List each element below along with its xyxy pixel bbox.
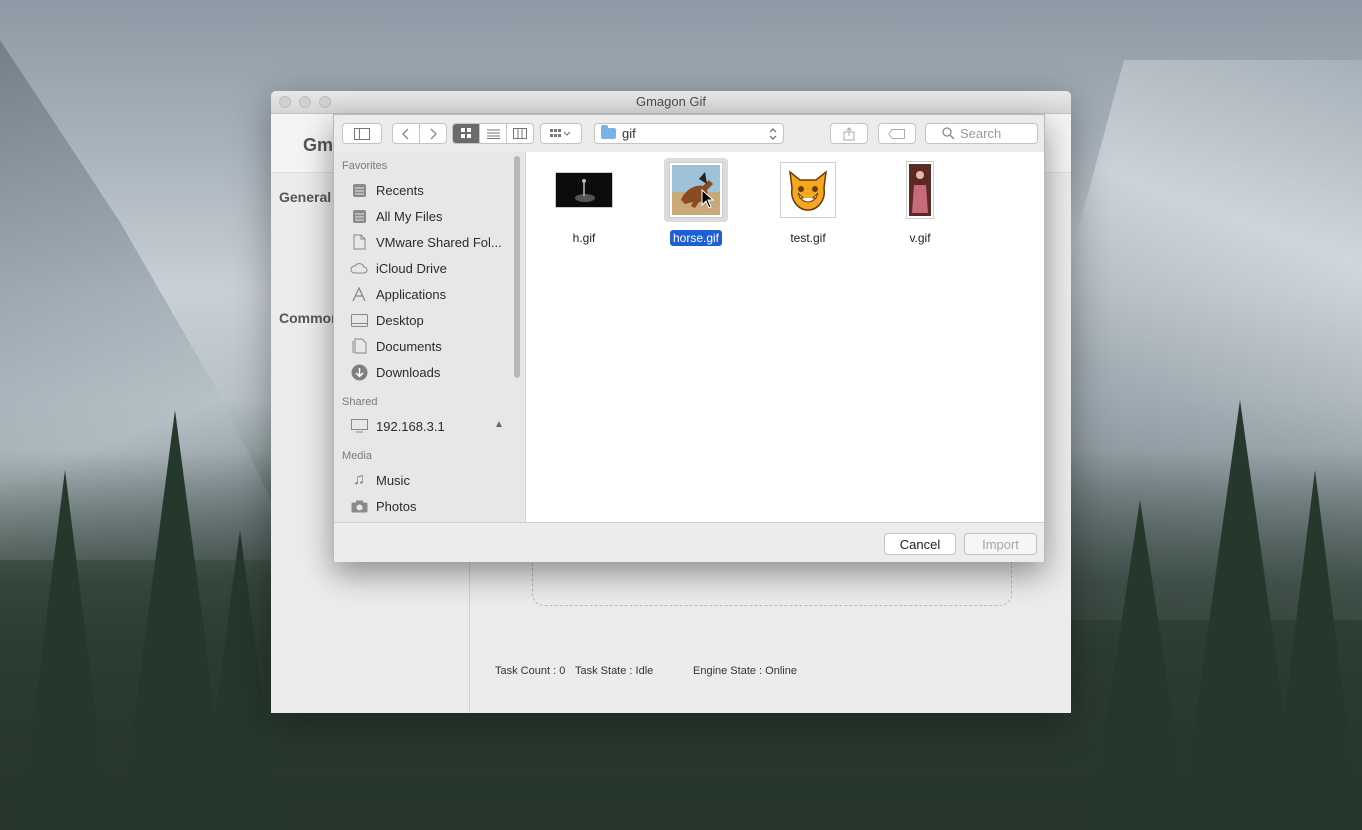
sidebar-item-documents[interactable]: Documents — [350, 333, 520, 359]
sidebar-item-label: iCloud Drive — [376, 260, 447, 276]
columns-icon — [513, 128, 527, 139]
open-file-dialog: gif Search Favorites Recents All My File… — [333, 114, 1045, 562]
file-thumbnail — [776, 158, 840, 222]
computer-icon — [350, 418, 368, 434]
all-files-icon — [350, 208, 368, 224]
section-common[interactable]: Common — [279, 310, 340, 326]
view-mode-buttons — [452, 123, 534, 144]
search-placeholder: Search — [960, 126, 1002, 141]
downloads-icon — [350, 364, 368, 380]
media-header: Media — [342, 450, 372, 462]
file-thumbnail — [664, 158, 728, 222]
sidebar-item-label: Documents — [376, 338, 442, 354]
sidebar-item-label: Applications — [376, 286, 447, 302]
folder-icon — [601, 125, 616, 139]
sidebar-item-downloads[interactable]: Downloads — [350, 359, 520, 385]
engine-state: Engine State : Online — [693, 665, 797, 677]
icon-view-button[interactable] — [453, 124, 480, 143]
task-count: Task Count : 0 — [495, 665, 566, 677]
sidebar-item-label: Recents — [376, 182, 424, 198]
sidebar-item-photos[interactable]: Photos — [350, 493, 520, 519]
share-icon — [843, 126, 855, 140]
back-button[interactable] — [393, 124, 420, 143]
tag-button[interactable] — [878, 123, 916, 144]
sidebar-item-icloud-drive[interactable]: iCloud Drive — [350, 255, 520, 281]
list-view-button[interactable] — [480, 124, 507, 143]
sidebar-item-label: All My Files — [376, 208, 443, 224]
sidebar-icon — [354, 127, 370, 140]
sidebar-item-label: 192.168.3.1 — [376, 418, 445, 434]
close-window-button[interactable] — [279, 96, 291, 108]
file-item-v-gif[interactable]: v.gif — [888, 158, 952, 247]
file-name: horse.gif — [669, 230, 723, 246]
sidebar-item-all-my-files[interactable]: All My Files — [350, 203, 520, 229]
sidebar-item-label: VMware Shared Fol... — [376, 234, 502, 250]
app-titlebar: Gmagon Gif — [271, 91, 1071, 114]
desktop-icon — [350, 312, 368, 328]
recents-icon — [350, 182, 368, 198]
applications-icon — [350, 286, 368, 302]
dialog-footer: Cancel Import — [334, 522, 1044, 562]
sidebar-item-server[interactable]: 192.168.3.1 ▲ — [350, 413, 520, 439]
file-item-horse-gif[interactable]: horse.gif — [664, 158, 728, 247]
search-icon — [942, 127, 955, 140]
file-name: test.gif — [790, 231, 826, 245]
file-item-test-gif[interactable]: test.gif — [776, 158, 840, 247]
sidebar-item-label: Downloads — [376, 364, 441, 380]
cloud-icon — [350, 260, 368, 276]
sidebar-item-vmware-shared[interactable]: VMware Shared Fol... — [350, 229, 520, 255]
sidebar-scrollbar[interactable] — [514, 156, 520, 378]
location-label: gif — [622, 126, 636, 141]
file-thumbnail — [888, 158, 952, 222]
chevron-right-icon — [430, 128, 437, 139]
tag-icon — [888, 128, 905, 139]
music-icon: ♫ — [353, 471, 365, 488]
minimize-window-button[interactable] — [299, 96, 311, 108]
share-button[interactable] — [830, 123, 868, 144]
section-general[interactable]: General — [279, 189, 331, 205]
sidebar-item-recents[interactable]: Recents — [350, 177, 520, 203]
mouse-cursor-icon — [701, 189, 715, 209]
eject-icon[interactable]: ▲ — [494, 419, 504, 430]
forward-button[interactable] — [420, 124, 446, 143]
arrange-button[interactable] — [540, 123, 582, 144]
sidebar-item-label: Music — [376, 472, 410, 488]
sidebar-item-applications[interactable]: Applications — [350, 281, 520, 307]
grid-icon — [460, 128, 471, 138]
portrait-thumbnail — [906, 161, 934, 219]
sidebar-item-label: Photos — [376, 498, 417, 514]
arrange-grid-icon — [550, 128, 571, 137]
file-item-h-gif[interactable]: h.gif — [552, 158, 616, 247]
cancel-button[interactable]: Cancel — [884, 533, 956, 555]
sidebar-item-label: Desktop — [376, 312, 424, 328]
sidebar-toggle-button[interactable] — [342, 123, 382, 144]
dialog-toolbar: gif Search — [334, 115, 1044, 153]
column-view-button[interactable] — [507, 124, 533, 143]
updown-chevron-icon — [769, 127, 777, 140]
shared-header: Shared — [342, 396, 378, 408]
import-button[interactable]: Import — [964, 533, 1037, 555]
dark-figure-thumbnail — [555, 172, 613, 208]
camera-icon — [350, 498, 368, 514]
location-popup[interactable]: gif — [594, 123, 784, 144]
search-field[interactable]: Search — [925, 123, 1038, 144]
nav-buttons — [392, 123, 447, 144]
task-state: Task State : Idle — [575, 665, 654, 677]
file-name: h.gif — [572, 231, 596, 245]
mascot-thumbnail — [780, 162, 836, 218]
window-title: Gmagon Gif — [635, 94, 707, 109]
zoom-window-button[interactable] — [319, 96, 331, 108]
file-name: v.gif — [909, 231, 931, 245]
document-icon — [350, 234, 368, 250]
file-thumbnail — [552, 158, 616, 222]
dialog-sidebar: Favorites Recents All My Files VMware Sh… — [334, 152, 526, 522]
app-brand: Gm — [303, 135, 334, 155]
sidebar-item-music[interactable]: ♫ Music — [350, 467, 520, 493]
chevron-left-icon — [402, 128, 409, 139]
documents-icon — [350, 338, 368, 354]
favorites-header: Favorites — [342, 160, 388, 172]
file-browser: h.gif horse.gif test.gif v.gif — [526, 152, 1044, 522]
sidebar-item-desktop[interactable]: Desktop — [350, 307, 520, 333]
list-icon — [486, 129, 500, 139]
